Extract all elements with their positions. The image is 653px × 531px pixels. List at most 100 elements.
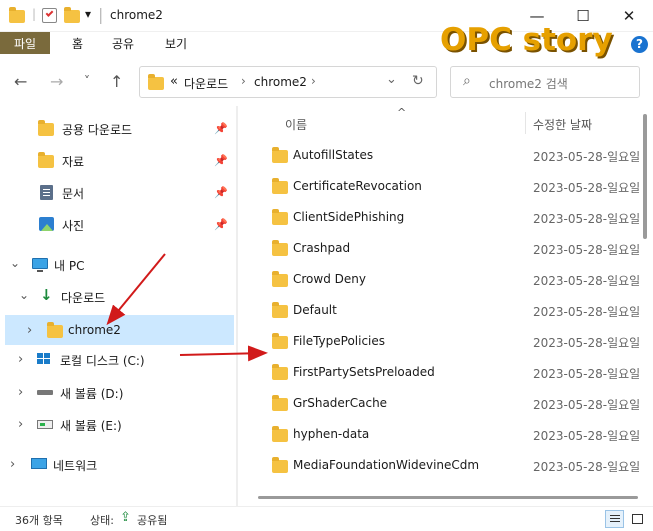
column-header-date[interactable]: 수정한 날짜 bbox=[533, 116, 592, 133]
computer-stand bbox=[37, 270, 43, 272]
nav-item-public-downloads[interactable]: 공용 다운로드 📌 bbox=[0, 113, 236, 143]
file-row[interactable]: hyphen-data 2023-05-28-일요일 bbox=[255, 419, 640, 450]
pane-splitter[interactable] bbox=[236, 106, 238, 506]
nav-item-label: 공용 다운로드 bbox=[62, 123, 133, 137]
file-list: 이름 ^ 수정한 날짜 AutofillStates 2023-05-28-일요일… bbox=[255, 106, 640, 486]
nav-item-this-pc[interactable]: ⌄ 내 PC bbox=[0, 249, 236, 279]
file-name: MediaFoundationWidevineCdm bbox=[293, 458, 480, 472]
folder-icon bbox=[272, 426, 288, 442]
horizontal-scrollbar-thumb[interactable] bbox=[258, 496, 638, 499]
file-row[interactable]: FirstPartySetsPreloaded 2023-05-28-일요일 bbox=[255, 357, 640, 388]
file-date: 2023-05-28-일요일 bbox=[533, 243, 640, 257]
chevron-down-icon[interactable]: ⌄ bbox=[10, 256, 20, 270]
nav-item-label: 새 볼륨 (D:) bbox=[60, 387, 124, 401]
breadcrumb-downloads[interactable]: 다운로드 bbox=[184, 75, 228, 92]
breadcrumb-separator[interactable]: › bbox=[311, 74, 316, 88]
file-name: FirstPartySetsPreloaded bbox=[293, 365, 435, 379]
column-divider[interactable] bbox=[525, 112, 526, 134]
file-row[interactable]: ClientSidePhishing 2023-05-28-일요일 bbox=[255, 202, 640, 233]
picture-icon bbox=[39, 217, 54, 231]
folder-icon bbox=[272, 302, 288, 318]
status-label: 상태: bbox=[90, 514, 114, 527]
refresh-icon[interactable]: ↻ bbox=[412, 73, 424, 89]
file-row[interactable]: Crowd Deny 2023-05-28-일요일 bbox=[255, 264, 640, 295]
file-row[interactable]: Crashpad 2023-05-28-일요일 bbox=[255, 233, 640, 264]
tab-view[interactable]: 보기 bbox=[165, 35, 187, 53]
new-folder-icon[interactable] bbox=[64, 7, 80, 23]
back-button[interactable]: ← bbox=[14, 72, 27, 91]
address-bar[interactable]: « 다운로드 › chrome2 › ⌄ ↻ bbox=[139, 66, 437, 98]
nav-item-network[interactable]: › 네트워크 bbox=[0, 449, 236, 479]
file-date: 2023-05-28-일요일 bbox=[533, 274, 640, 288]
folder-icon bbox=[272, 240, 288, 256]
window-title: chrome2 bbox=[110, 8, 163, 22]
chevron-right-icon[interactable]: › bbox=[18, 385, 23, 400]
recent-locations-button[interactable]: ˅ bbox=[84, 74, 90, 88]
document-icon bbox=[40, 185, 53, 200]
sort-ascending-icon: ^ bbox=[397, 106, 407, 119]
file-row[interactable]: MediaFoundationWidevineCdm 2023-05-28-일요일 bbox=[255, 450, 640, 481]
folder-icon bbox=[38, 120, 54, 136]
file-date: 2023-05-28-일요일 bbox=[533, 181, 640, 195]
nav-item-chrome2[interactable]: › chrome2 bbox=[5, 315, 234, 345]
large-icons-view-button[interactable] bbox=[628, 510, 647, 528]
nav-item-label: 내 PC bbox=[54, 259, 85, 273]
file-name: FileTypePolicies bbox=[293, 334, 386, 348]
tab-file[interactable]: 파일 bbox=[0, 32, 50, 54]
file-row[interactable]: GrShaderCache 2023-05-28-일요일 bbox=[255, 388, 640, 419]
item-count: 36개 항목 bbox=[15, 514, 63, 527]
shared-icon: ⇪ bbox=[120, 510, 131, 525]
chevron-right-icon[interactable]: › bbox=[10, 457, 15, 472]
file-row[interactable]: FileTypePolicies 2023-05-28-일요일 bbox=[255, 326, 640, 357]
vertical-scrollbar-thumb[interactable] bbox=[643, 114, 647, 239]
removable-drive-icon bbox=[37, 420, 53, 429]
computer-icon bbox=[32, 258, 48, 269]
tab-share[interactable]: 공유 bbox=[112, 35, 134, 53]
file-name: GrShaderCache bbox=[293, 396, 388, 410]
chevron-right-icon[interactable]: › bbox=[18, 352, 23, 367]
status-value: 공유됨 bbox=[137, 514, 168, 527]
breadcrumb-chrome2[interactable]: chrome2 bbox=[254, 75, 307, 89]
forward-button[interactable]: → bbox=[50, 72, 63, 91]
properties-icon[interactable] bbox=[42, 8, 57, 23]
nav-item-downloads[interactable]: ⌄ ↓ 다운로드 bbox=[0, 281, 236, 311]
nav-item-drive-e[interactable]: › 새 볼륨 (E:) bbox=[0, 409, 236, 439]
nav-item-label: 다운로드 bbox=[61, 291, 106, 305]
tab-home[interactable]: 홈 bbox=[72, 35, 83, 53]
chevron-right-icon[interactable]: › bbox=[27, 323, 32, 338]
file-name: AutofillStates bbox=[293, 148, 374, 162]
address-overflow[interactable]: « bbox=[170, 74, 178, 89]
nav-item-pictures[interactable]: 사진 📌 bbox=[0, 209, 236, 239]
folder-icon bbox=[272, 178, 288, 194]
chevron-down-icon[interactable]: ⌄ bbox=[19, 288, 29, 302]
chevron-right-icon[interactable]: › bbox=[18, 417, 23, 432]
file-date: 2023-05-28-일요일 bbox=[533, 398, 640, 412]
nav-item-drive-d[interactable]: › 새 볼륨 (D:) bbox=[0, 377, 236, 407]
details-view-button[interactable] bbox=[605, 510, 624, 528]
nav-item-documents[interactable]: 문서 📌 bbox=[0, 177, 236, 207]
file-name: CertificateRevocation bbox=[293, 179, 422, 193]
watermark-logo: OPC story bbox=[440, 22, 613, 58]
address-dropdown-icon[interactable]: ⌄ bbox=[386, 72, 397, 87]
pin-icon: 📌 bbox=[214, 122, 228, 135]
file-row[interactable]: Default 2023-05-28-일요일 bbox=[255, 295, 640, 326]
search-box[interactable]: ⌕ chrome2 검색 bbox=[450, 66, 640, 98]
nav-item-label: 네트워크 bbox=[53, 459, 98, 473]
help-icon[interactable]: ? bbox=[631, 36, 648, 53]
folder-icon bbox=[272, 364, 288, 380]
file-date: 2023-05-28-일요일 bbox=[533, 212, 640, 226]
nav-item-drive-c[interactable]: › 로컬 디스크 (C:) bbox=[0, 344, 236, 374]
breadcrumb-separator[interactable]: › bbox=[241, 74, 246, 88]
search-input[interactable]: chrome2 검색 bbox=[489, 75, 568, 92]
file-row[interactable]: AutofillStates 2023-05-28-일요일 bbox=[255, 140, 640, 171]
nav-item-data[interactable]: 자료 📌 bbox=[0, 145, 236, 175]
quick-access-dropdown[interactable]: ▾ bbox=[85, 7, 91, 21]
folder-icon bbox=[272, 271, 288, 287]
up-button[interactable]: ↑ bbox=[110, 72, 123, 91]
file-date: 2023-05-28-일요일 bbox=[533, 336, 640, 350]
column-header-name[interactable]: 이름 bbox=[285, 116, 307, 133]
folder-icon bbox=[38, 152, 54, 168]
file-row[interactable]: CertificateRevocation 2023-05-28-일요일 bbox=[255, 171, 640, 202]
navigation-pane: 공용 다운로드 📌 자료 📌 문서 📌 사진 📌 ⌄ 내 PC ⌄ ↓ 다운로드… bbox=[0, 106, 240, 506]
address-row: ← → ˅ ↑ « 다운로드 › chrome2 › ⌄ ↻ ⌕ chrome2… bbox=[0, 58, 653, 106]
